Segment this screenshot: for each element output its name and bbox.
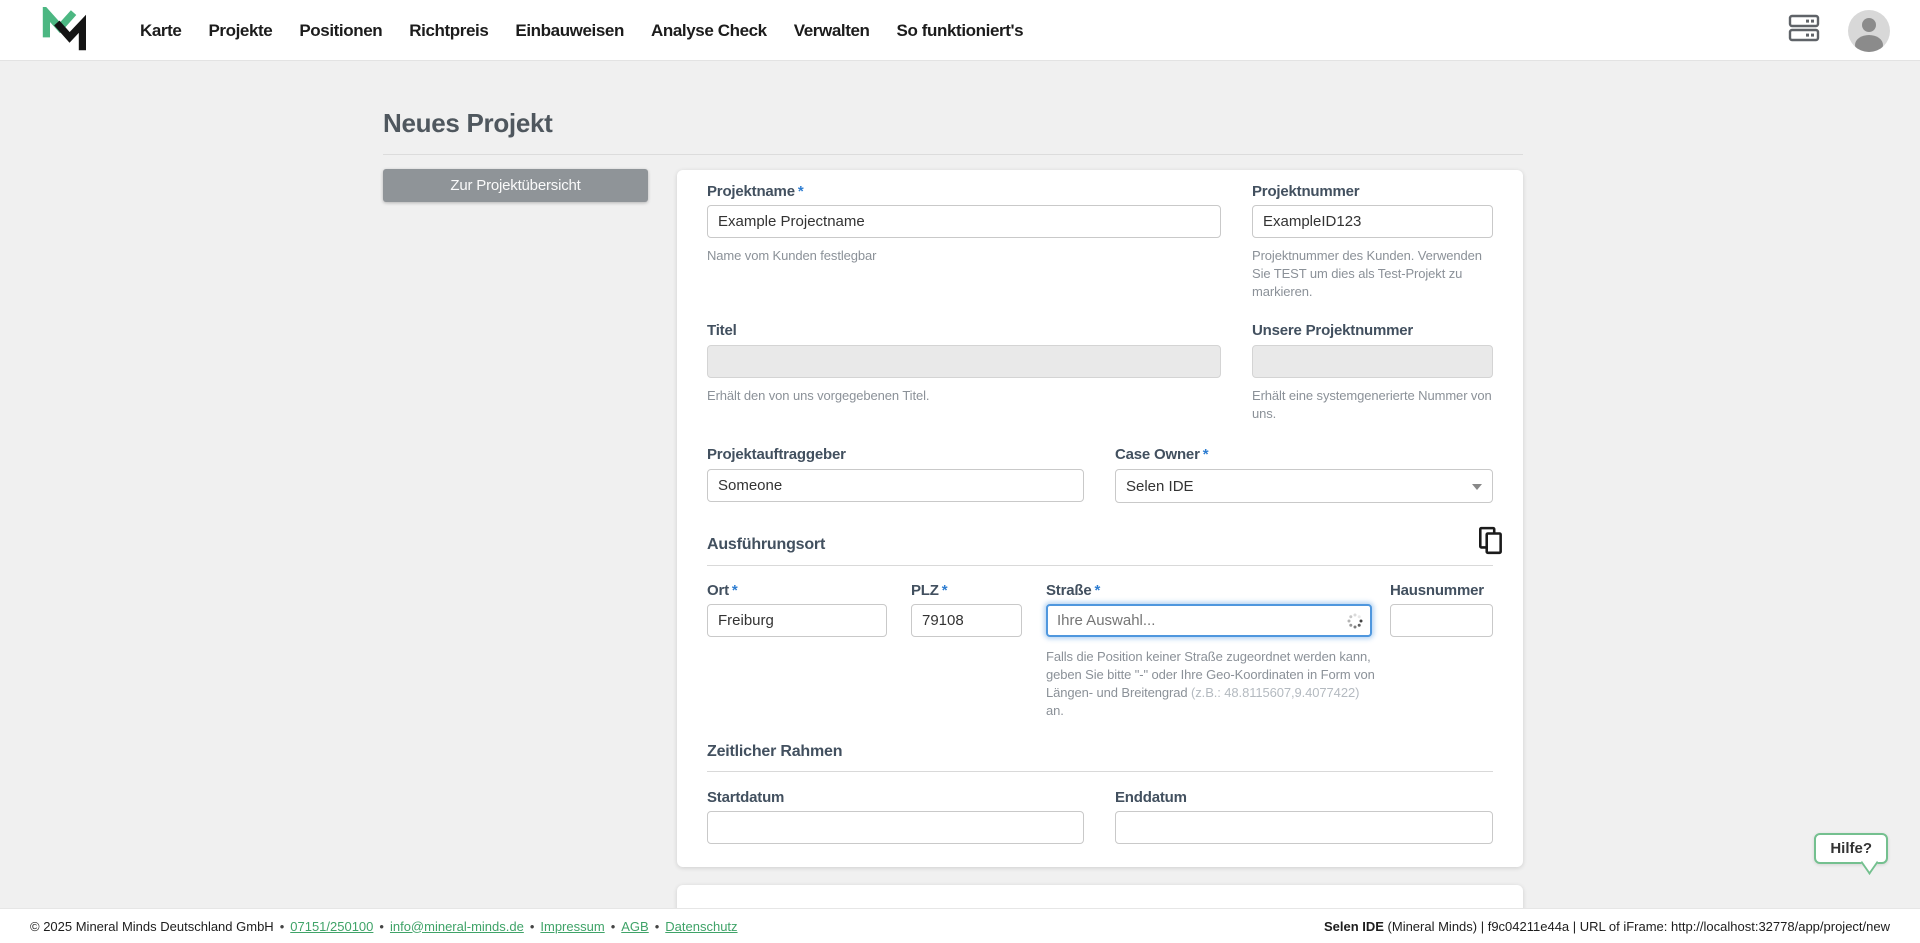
ort-input[interactable] — [707, 604, 887, 637]
projektnummer-helper: Projektnummer des Kunden. Verwenden Sie … — [1252, 247, 1498, 301]
section-divider — [707, 771, 1493, 772]
nav-item-so-funktionierts[interactable]: So funktioniert's — [897, 21, 1024, 41]
projektnummer-label: Projektnummer — [1252, 183, 1359, 200]
strasse-label: Straße* — [1046, 582, 1100, 599]
unsere-projektnummer-input — [1252, 345, 1493, 378]
nav-item-positionen[interactable]: Positionen — [299, 21, 382, 41]
nav-item-projekte[interactable]: Projekte — [208, 21, 272, 41]
server-icon[interactable] — [1788, 14, 1820, 47]
user-avatar-icon[interactable] — [1848, 10, 1890, 52]
footer: © 2025 Mineral Minds Deutschland GmbH • … — [0, 908, 1920, 943]
nav-item-richtpreis[interactable]: Richtpreis — [409, 21, 488, 41]
required-asterisk: * — [942, 582, 948, 599]
strasse-input[interactable] — [1046, 604, 1372, 637]
back-to-project-overview-button[interactable]: Zur Projektübersicht — [383, 169, 648, 202]
required-asterisk: * — [1203, 446, 1209, 463]
footer-copyright: © 2025 Mineral Minds Deutschland GmbH — [30, 919, 274, 934]
unsere-projektnummer-helper: Erhält eine systemgenerierte Nummer von … — [1252, 387, 1498, 423]
required-asterisk: * — [1095, 582, 1101, 599]
startdatum-input[interactable] — [707, 811, 1084, 844]
footer-link-email[interactable]: info@mineral-minds.de — [390, 919, 524, 934]
strasse-helper: Falls die Position keiner Straße zugeord… — [1046, 648, 1380, 720]
projektname-helper: Name vom Kunden festlegbar — [707, 247, 1227, 265]
unsere-projektnummer-label: Unsere Projektnummer — [1252, 322, 1413, 339]
projektname-label: Projektname* — [707, 183, 803, 200]
loading-spinner-icon — [1347, 613, 1363, 634]
hausnummer-label: Hausnummer — [1390, 582, 1484, 599]
help-button[interactable]: Hilfe? — [1814, 833, 1888, 864]
main-nav: Karte Projekte Positionen Richtpreis Ein… — [140, 0, 1023, 61]
nav-item-einbauweisen[interactable]: Einbauweisen — [515, 21, 624, 41]
startdatum-label: Startdatum — [707, 789, 784, 806]
footer-link-datenschutz[interactable]: Datenschutz — [665, 919, 737, 934]
topbar-right — [1788, 0, 1890, 61]
strasse-field-wrap — [1046, 604, 1372, 638]
projektnummer-input[interactable] — [1252, 205, 1493, 238]
projektname-input[interactable] — [707, 205, 1221, 238]
footer-link-agb[interactable]: AGB — [621, 919, 648, 934]
new-project-form-card: Projektname* Name vom Kunden festlegbar … — [677, 170, 1523, 867]
case-owner-selected-value: Selen IDE — [1126, 478, 1194, 495]
titel-input — [707, 345, 1221, 378]
titel-label: Titel — [707, 322, 737, 339]
page-title: Neues Projekt — [383, 105, 1523, 141]
titel-helper: Erhält den von uns vorgegebenen Titel. — [707, 387, 1227, 405]
projektauftraggeber-label: Projektauftraggeber — [707, 446, 846, 463]
case-owner-select[interactable]: Selen IDE — [1115, 469, 1493, 503]
footer-session-user: Selen IDE — [1324, 919, 1384, 934]
page-header: Neues Projekt — [383, 105, 1523, 155]
projektauftraggeber-input[interactable] — [707, 469, 1084, 502]
ort-label: Ort* — [707, 582, 738, 599]
section-divider — [707, 565, 1493, 566]
next-form-card-partial — [677, 885, 1523, 908]
nav-item-analyse-check[interactable]: Analyse Check — [651, 21, 767, 41]
copy-icon[interactable] — [1476, 526, 1506, 558]
section-ausfuehrungsort: Ausführungsort — [707, 536, 825, 554]
chevron-down-icon — [1472, 484, 1482, 490]
plz-input[interactable] — [911, 604, 1022, 637]
section-zeitlicher-rahmen: Zeitlicher Rahmen — [707, 743, 842, 761]
enddatum-input[interactable] — [1115, 811, 1493, 844]
strasse-helper-example: (z.B.: 48.8115607,9.4077422) — [1191, 685, 1359, 700]
required-asterisk: * — [798, 183, 804, 200]
enddatum-label: Enddatum — [1115, 789, 1187, 806]
hausnummer-input[interactable] — [1390, 604, 1493, 637]
nav-item-karte[interactable]: Karte — [140, 21, 181, 41]
main-content: Neues Projekt Zur Projektübersicht Proje… — [0, 61, 1920, 908]
title-divider — [383, 154, 1523, 155]
footer-link-impressum[interactable]: Impressum — [540, 919, 604, 934]
top-navigation-bar: Karte Projekte Positionen Richtpreis Ein… — [0, 0, 1920, 61]
required-asterisk: * — [732, 582, 738, 599]
footer-link-phone[interactable]: 07151/250100 — [290, 919, 373, 934]
footer-left: © 2025 Mineral Minds Deutschland GmbH • … — [30, 919, 738, 934]
nav-item-verwalten[interactable]: Verwalten — [794, 21, 870, 41]
footer-session-info: Selen IDE (Mineral Minds) | f9c04211e44a… — [1324, 919, 1890, 934]
case-owner-label: Case Owner* — [1115, 446, 1208, 463]
mineral-minds-logo-icon[interactable] — [40, 7, 88, 55]
plz-label: PLZ* — [911, 582, 947, 599]
